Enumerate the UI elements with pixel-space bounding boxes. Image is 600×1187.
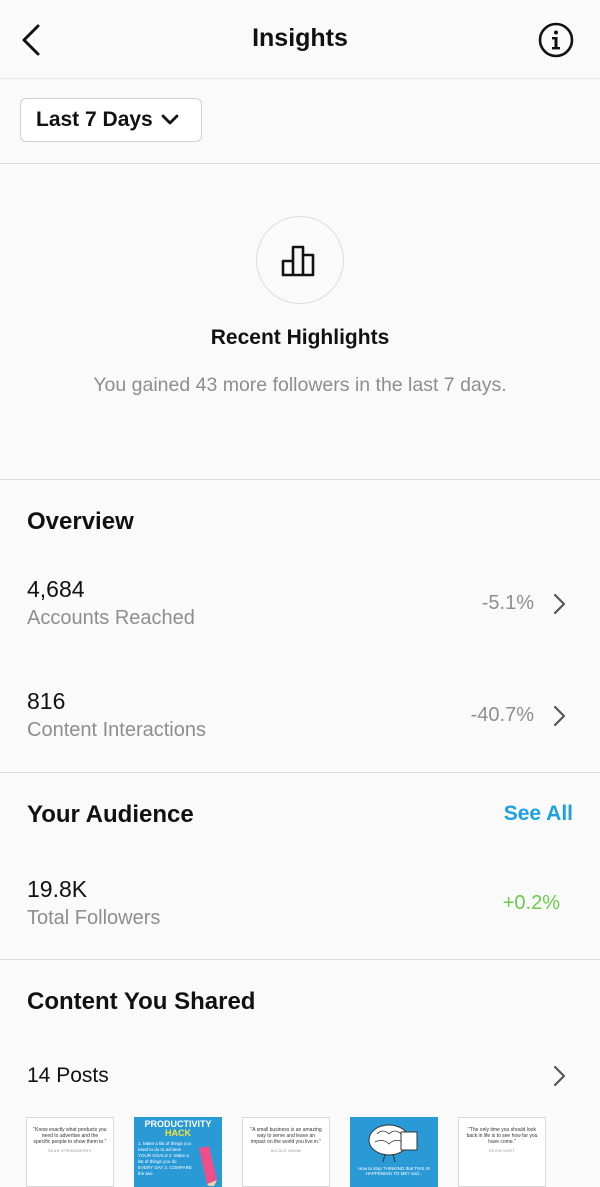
post-thumbnail[interactable]: "A small business is an amazing way to s…: [242, 1117, 330, 1187]
date-range-dropdown[interactable]: Last 7 Days: [20, 98, 202, 142]
thumbnail-caption: How to stop THINKING that THIS IS HAPPEN…: [357, 1166, 431, 1176]
thumbnail-quote: "A small business is an amazing way to s…: [250, 1127, 322, 1145]
highlights-text: You gained 43 more followers in the last…: [93, 374, 507, 396]
post-thumbnails: "Know exactly what products you need to …: [26, 1117, 546, 1187]
metric-label: Content Interactions: [27, 719, 206, 741]
chevron-right-icon: [553, 1065, 566, 1087]
chevron-down-icon: [161, 114, 179, 125]
content-title: Content You Shared: [27, 988, 256, 1015]
chevron-right-icon: [553, 705, 566, 727]
audience-section: Your Audience See All 19.8K Total Follow…: [0, 773, 600, 960]
thumbnail-author: SEAN STRINGBERRY: [48, 1149, 92, 1153]
followers-delta: +0.2%: [502, 892, 560, 914]
recent-highlights-section: Recent Highlights You gained 43 more fol…: [0, 164, 600, 480]
top-bar: Insights: [0, 0, 600, 79]
metric-value: 816: [27, 688, 66, 714]
post-thumbnail[interactable]: "The only time you should look back in l…: [458, 1117, 546, 1187]
thumbnail-quote: "The only time you should look back in l…: [466, 1127, 538, 1145]
thumbnail-quote: "Know exactly what products you need to …: [33, 1127, 107, 1145]
page-title: Insights: [252, 24, 348, 52]
overview-section: Overview 4,684 Accounts Reached -5.1% 81…: [0, 480, 600, 773]
thumbnail-title-line2: HACK: [165, 1128, 191, 1138]
posts-count: 14 Posts: [27, 1064, 109, 1087]
info-icon: [538, 22, 574, 58]
chevron-right-icon: [553, 593, 566, 615]
metric-label: Accounts Reached: [27, 607, 195, 629]
post-thumbnail[interactable]: PRODUCTIVITY HACK 1. Make a list of thin…: [134, 1117, 222, 1187]
see-all-link[interactable]: See All: [504, 802, 573, 826]
metric-delta: -5.1%: [481, 592, 534, 614]
metric-delta: -40.7%: [470, 704, 534, 726]
date-range-label: Last 7 Days: [36, 108, 153, 131]
metric-value: 4,684: [27, 576, 85, 602]
audience-title: Your Audience: [27, 801, 194, 828]
info-button[interactable]: [538, 22, 574, 58]
brain-illustration-icon: [368, 1124, 418, 1163]
post-thumbnail[interactable]: How to stop THINKING that THIS IS HAPPEN…: [350, 1117, 438, 1187]
thumbnail-title: PRODUCTIVITY HACK: [138, 1120, 218, 1138]
thumbnail-author: KEVIN HART: [489, 1149, 515, 1153]
highlights-icon-circle: [256, 216, 344, 304]
followers-label: Total Followers: [27, 907, 161, 929]
content-shared-section: Content You Shared 14 Posts "Know exactl…: [0, 960, 600, 1187]
followers-value: 19.8K: [27, 876, 88, 902]
pencil-illustration-icon: [199, 1146, 217, 1186]
highlights-title: Recent Highlights: [210, 326, 390, 349]
post-thumbnail[interactable]: "Know exactly what products you need to …: [26, 1117, 114, 1187]
bar-chart-icon: [281, 245, 315, 277]
thumbnail-author: NICOLE SNOW: [270, 1149, 302, 1153]
filter-row: Last 7 Days: [0, 79, 600, 164]
overview-title: Overview: [27, 508, 134, 535]
